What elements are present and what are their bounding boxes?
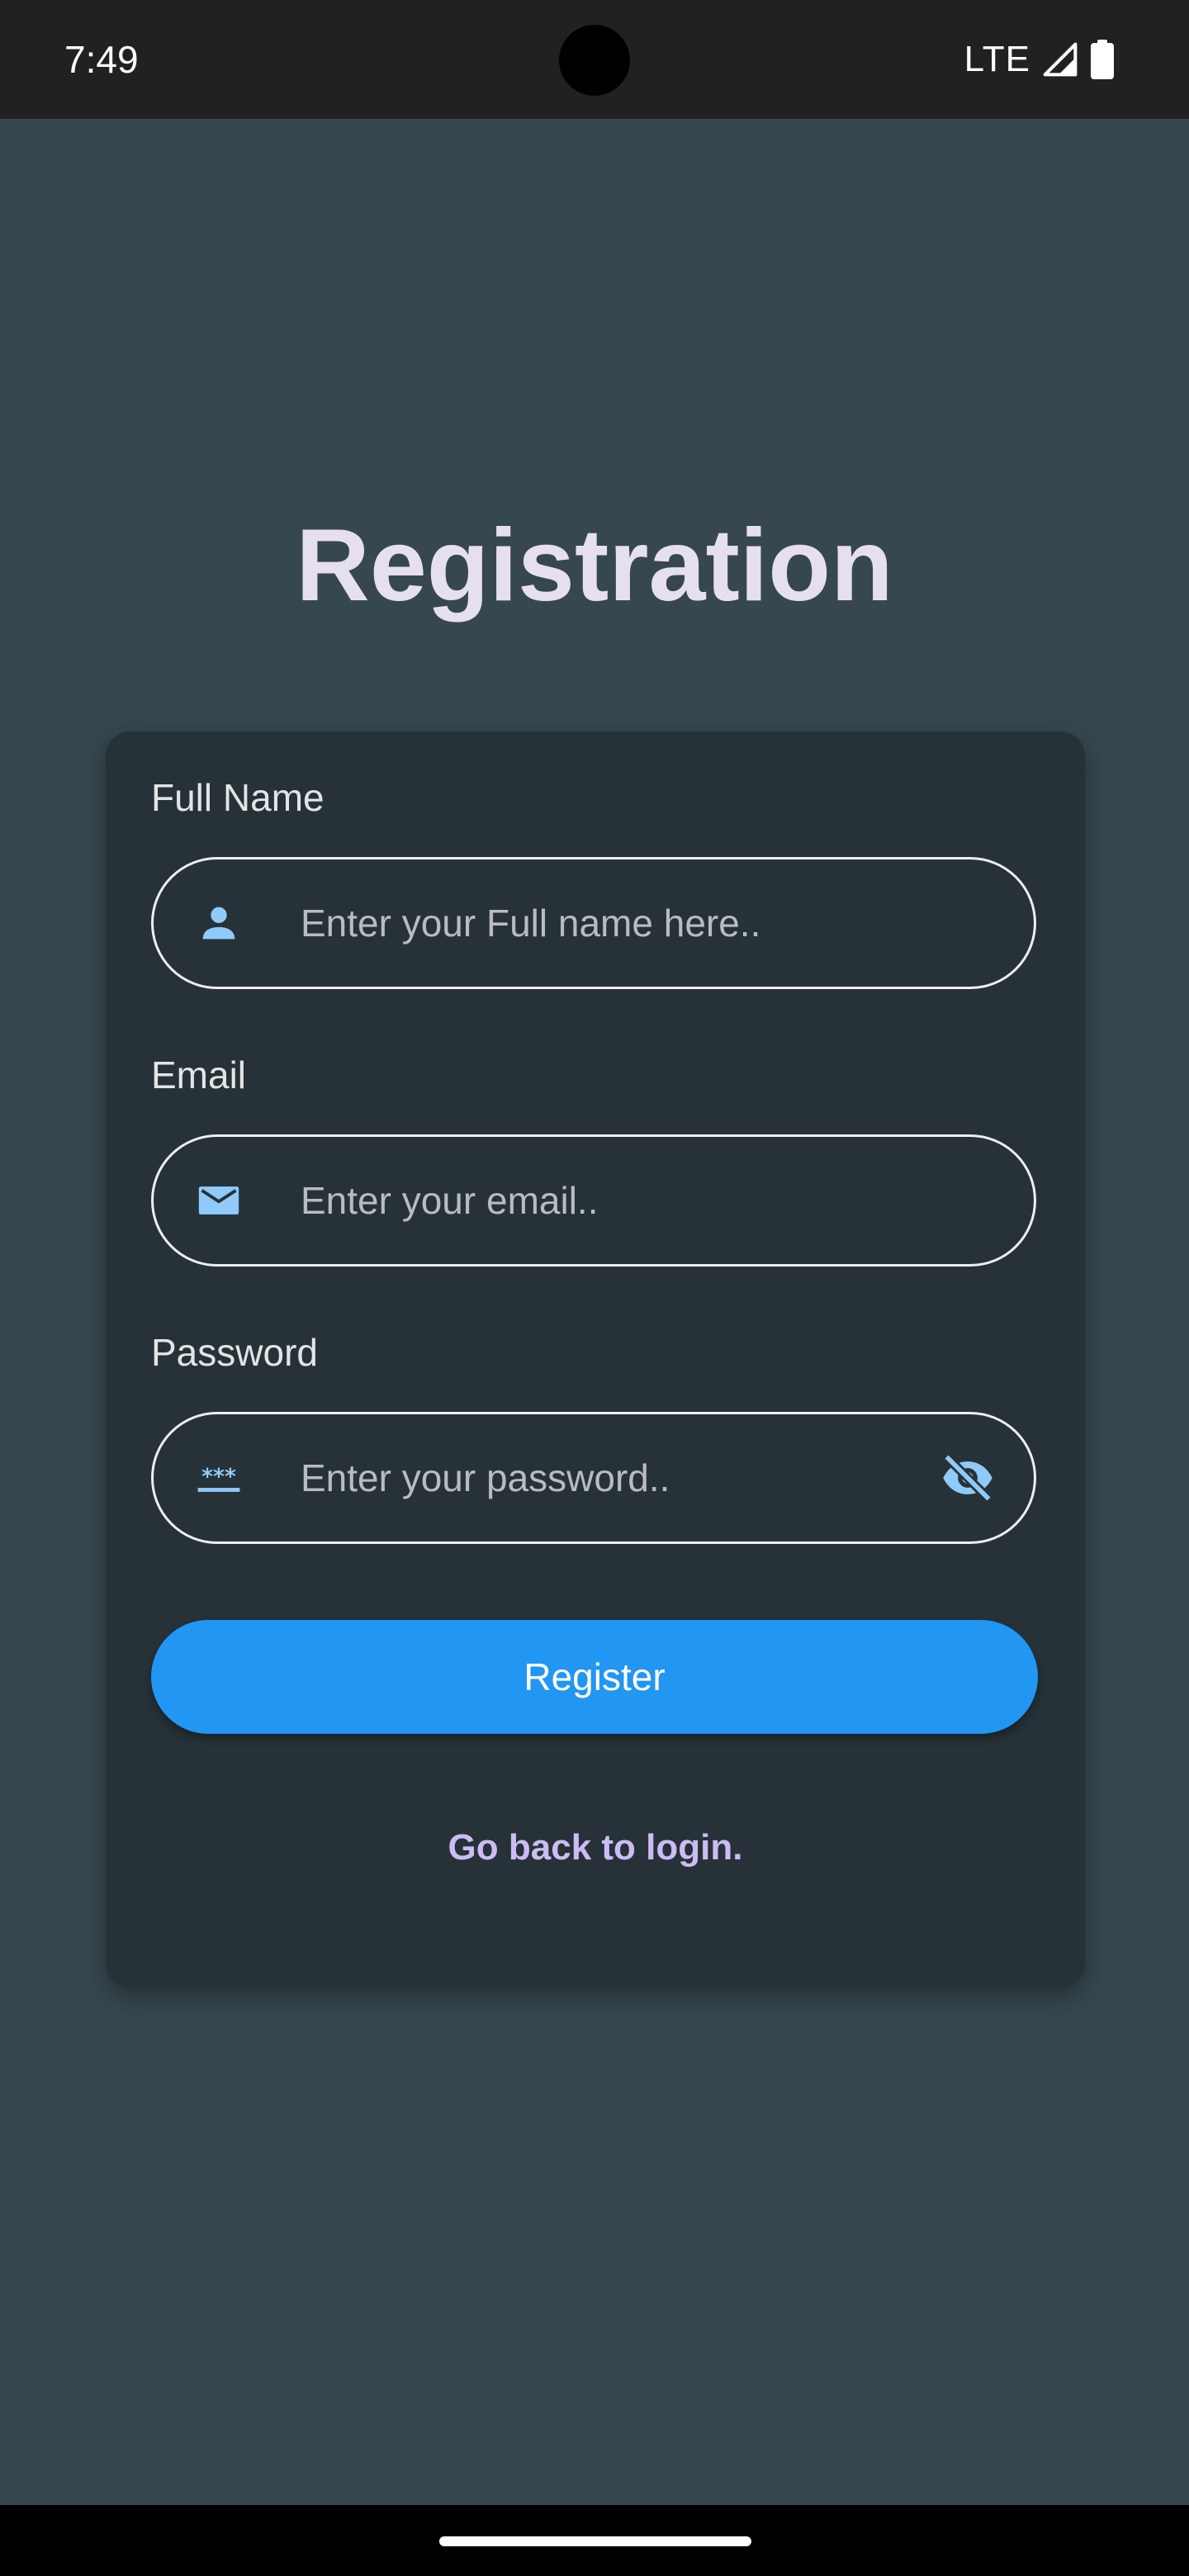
status-icons: LTE — [964, 33, 1115, 86]
email-field[interactable] — [151, 1134, 1036, 1267]
svg-text:***: *** — [201, 1464, 236, 1489]
full-name-label: Full Name — [151, 776, 324, 819]
battery-icon — [1090, 40, 1115, 79]
email-input[interactable] — [301, 1137, 928, 1264]
page-title: Registration — [296, 509, 893, 623]
person-icon — [195, 899, 243, 947]
password-label: Password — [151, 1331, 318, 1374]
status-bar: 7:49 LTE — [0, 0, 1189, 119]
home-handle[interactable] — [439, 2536, 751, 2546]
go-back-to-login-link[interactable]: Go back to login. — [106, 1823, 1085, 1873]
navigation-bar — [0, 2505, 1189, 2576]
password-field[interactable]: *** — [151, 1412, 1036, 1544]
email-label: Email — [151, 1054, 247, 1096]
full-name-field[interactable] — [151, 857, 1036, 989]
camera-cutout — [559, 25, 630, 96]
visibility-off-icon[interactable] — [940, 1450, 996, 1506]
password-icon: *** — [195, 1454, 243, 1502]
registration-card: Full Name Email Password *** — [106, 732, 1085, 1988]
register-button[interactable]: Register — [151, 1620, 1038, 1734]
status-time: 7:49 — [64, 38, 139, 81]
network-type: LTE — [964, 39, 1030, 79]
mail-icon — [195, 1177, 243, 1224]
full-name-input[interactable] — [301, 859, 928, 987]
password-input[interactable] — [301, 1414, 879, 1541]
signal-icon — [1042, 41, 1078, 78]
